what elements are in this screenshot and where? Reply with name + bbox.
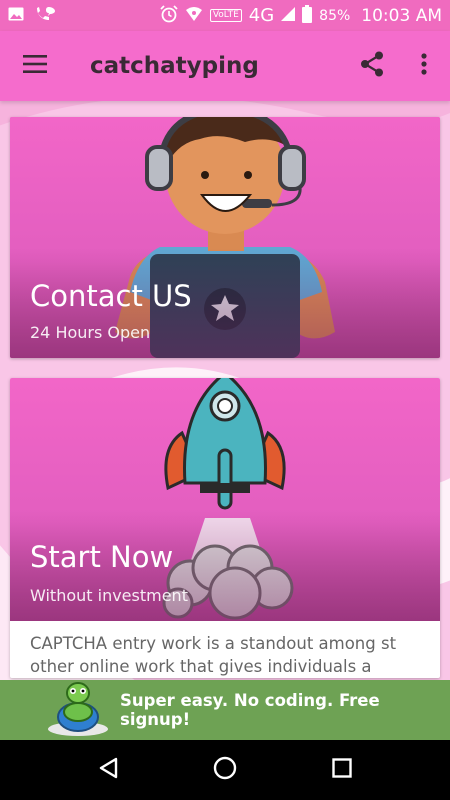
clock: 10:03 AM (361, 5, 442, 26)
recents-icon (331, 757, 352, 783)
app-bar: catchatyping (0, 31, 450, 101)
navigation-bar (0, 740, 450, 800)
ad-text: Super easy. No coding. Free signup! (120, 691, 380, 729)
card-subtitle: 24 Hours Open (30, 323, 151, 342)
start-card-media: Start Now Without investment (10, 378, 440, 621)
ad-banner[interactable]: Super easy. No coding. Free signup! (0, 680, 450, 740)
app-title: catchatyping (90, 53, 259, 79)
more-options-button[interactable] (398, 31, 450, 101)
contact-card[interactable]: Contact US 24 Hours Open (10, 117, 440, 358)
home-icon (213, 756, 237, 785)
back-button[interactable] (78, 740, 138, 800)
share-button[interactable] (346, 31, 398, 101)
card-subtitle: Without investment (30, 586, 188, 605)
menu-button[interactable] (0, 31, 70, 101)
start-card[interactable]: Start Now Without investment CAPTCHA ent… (10, 378, 440, 678)
contact-card-media: Contact US 24 Hours Open (10, 117, 440, 358)
turtle-logo-icon (46, 679, 110, 737)
signal-icon (281, 6, 296, 25)
more-vert-icon (421, 52, 427, 80)
back-icon (98, 757, 118, 784)
card-description: CAPTCHA entry work is a standout among s… (30, 634, 397, 676)
image-icon (8, 7, 24, 25)
card-title: Start Now (30, 540, 174, 574)
home-button[interactable] (195, 740, 255, 800)
share-icon (360, 51, 384, 82)
battery-percent: 85% (319, 7, 351, 24)
card-title: Contact US (30, 279, 192, 313)
menu-icon (23, 54, 47, 78)
battery-icon (302, 4, 313, 27)
call-icon (34, 6, 56, 26)
network-type: 4G (248, 5, 275, 26)
volte-badge: VoLTE (209, 9, 242, 22)
wifi-icon (185, 6, 203, 26)
alarm-icon (160, 4, 178, 27)
status-bar: VoLTE 4G 85% 10:03 AM (0, 0, 450, 31)
recents-button[interactable] (312, 740, 372, 800)
